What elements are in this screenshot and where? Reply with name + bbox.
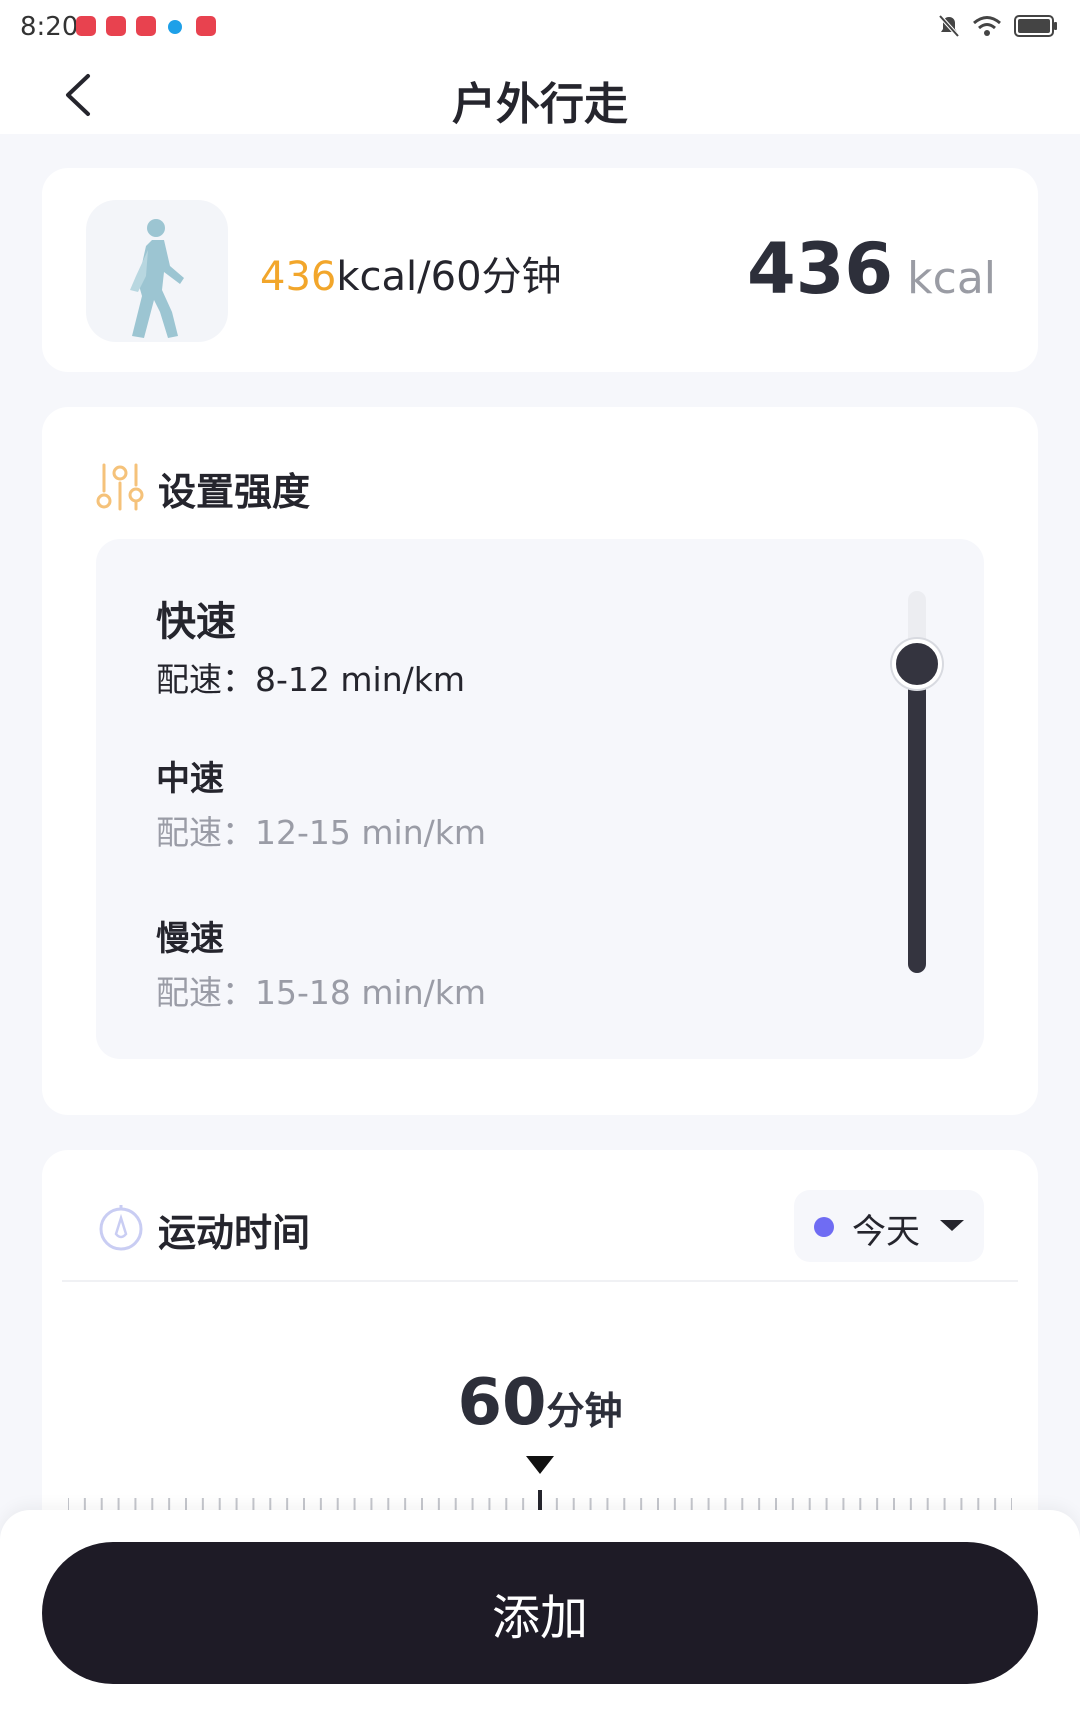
divider xyxy=(62,1280,1018,1282)
stopwatch-icon xyxy=(99,1205,143,1251)
date-dropdown[interactable]: 今天 xyxy=(794,1190,984,1262)
caret-down-icon xyxy=(940,1220,964,1231)
intensity-option-pace: 配速：8-12 min/km xyxy=(156,660,465,699)
wifi-icon xyxy=(973,16,1001,36)
intensity-card: 设置强度 快速 配速：8-12 min/km 中速 配速：12-15 min/k… xyxy=(42,407,1038,1115)
calorie-total-value: 436 xyxy=(747,228,894,310)
status-bar: 8:20 xyxy=(0,0,1080,56)
duration-value: 60 xyxy=(457,1366,547,1440)
intensity-option-name: 中速 xyxy=(156,759,224,799)
intensity-option-medium[interactable]: 中速 配速：12-15 min/km xyxy=(156,751,486,854)
notification-icon xyxy=(196,16,216,36)
intensity-selector: 快速 配速：8-12 min/km 中速 配速：12-15 min/km 慢速 … xyxy=(96,539,984,1059)
page-title: 户外行走 xyxy=(452,79,628,130)
calorie-rate: 436kcal/60分钟 xyxy=(260,244,562,302)
app-header: 户外行走 xyxy=(0,56,1080,134)
intensity-slider-fill xyxy=(908,657,926,973)
intensity-option-name: 慢速 xyxy=(156,919,224,959)
intensity-title: 设置强度 xyxy=(158,470,311,514)
duration-display: 60分钟 xyxy=(42,1366,1038,1440)
intensity-option-pace: 配速：15-18 min/km xyxy=(156,973,486,1012)
ruler-pointer-icon xyxy=(526,1456,554,1474)
calorie-total: 436 kcal xyxy=(747,228,996,310)
calorie-card: 436kcal/60分钟 436 kcal xyxy=(42,168,1038,372)
intensity-slider-thumb[interactable] xyxy=(892,639,942,689)
date-dropdown-label: 今天 xyxy=(852,1212,920,1252)
intensity-option-pace: 配速：12-15 min/km xyxy=(156,813,486,852)
intensity-option-name: 快速 xyxy=(156,599,236,645)
add-button[interactable]: 添加 xyxy=(42,1542,1038,1684)
calorie-rate-value: 436 xyxy=(260,254,337,300)
intensity-option-fast[interactable]: 快速 配速：8-12 min/km xyxy=(156,589,465,701)
notification-icon xyxy=(76,16,96,36)
mute-icon xyxy=(938,14,960,38)
status-time: 8:20 xyxy=(20,12,79,42)
calorie-rate-unit: kcal/60分钟 xyxy=(336,254,562,300)
battery-icon xyxy=(1014,15,1057,37)
duration-unit: 分钟 xyxy=(546,1389,623,1433)
notification-icon xyxy=(136,16,156,36)
intensity-option-slow[interactable]: 慢速 配速：15-18 min/km xyxy=(156,911,486,1014)
date-indicator-dot xyxy=(814,1217,834,1237)
notification-icon xyxy=(106,16,126,36)
exercise-time-title: 运动时间 xyxy=(158,1211,311,1255)
bottom-action-bar: 添加 xyxy=(0,1510,1080,1728)
calorie-total-unit: kcal xyxy=(907,253,996,304)
notification-icon xyxy=(168,20,182,34)
sliders-icon xyxy=(96,463,144,511)
walking-person-icon xyxy=(130,219,184,338)
activity-icon-box xyxy=(86,200,228,342)
